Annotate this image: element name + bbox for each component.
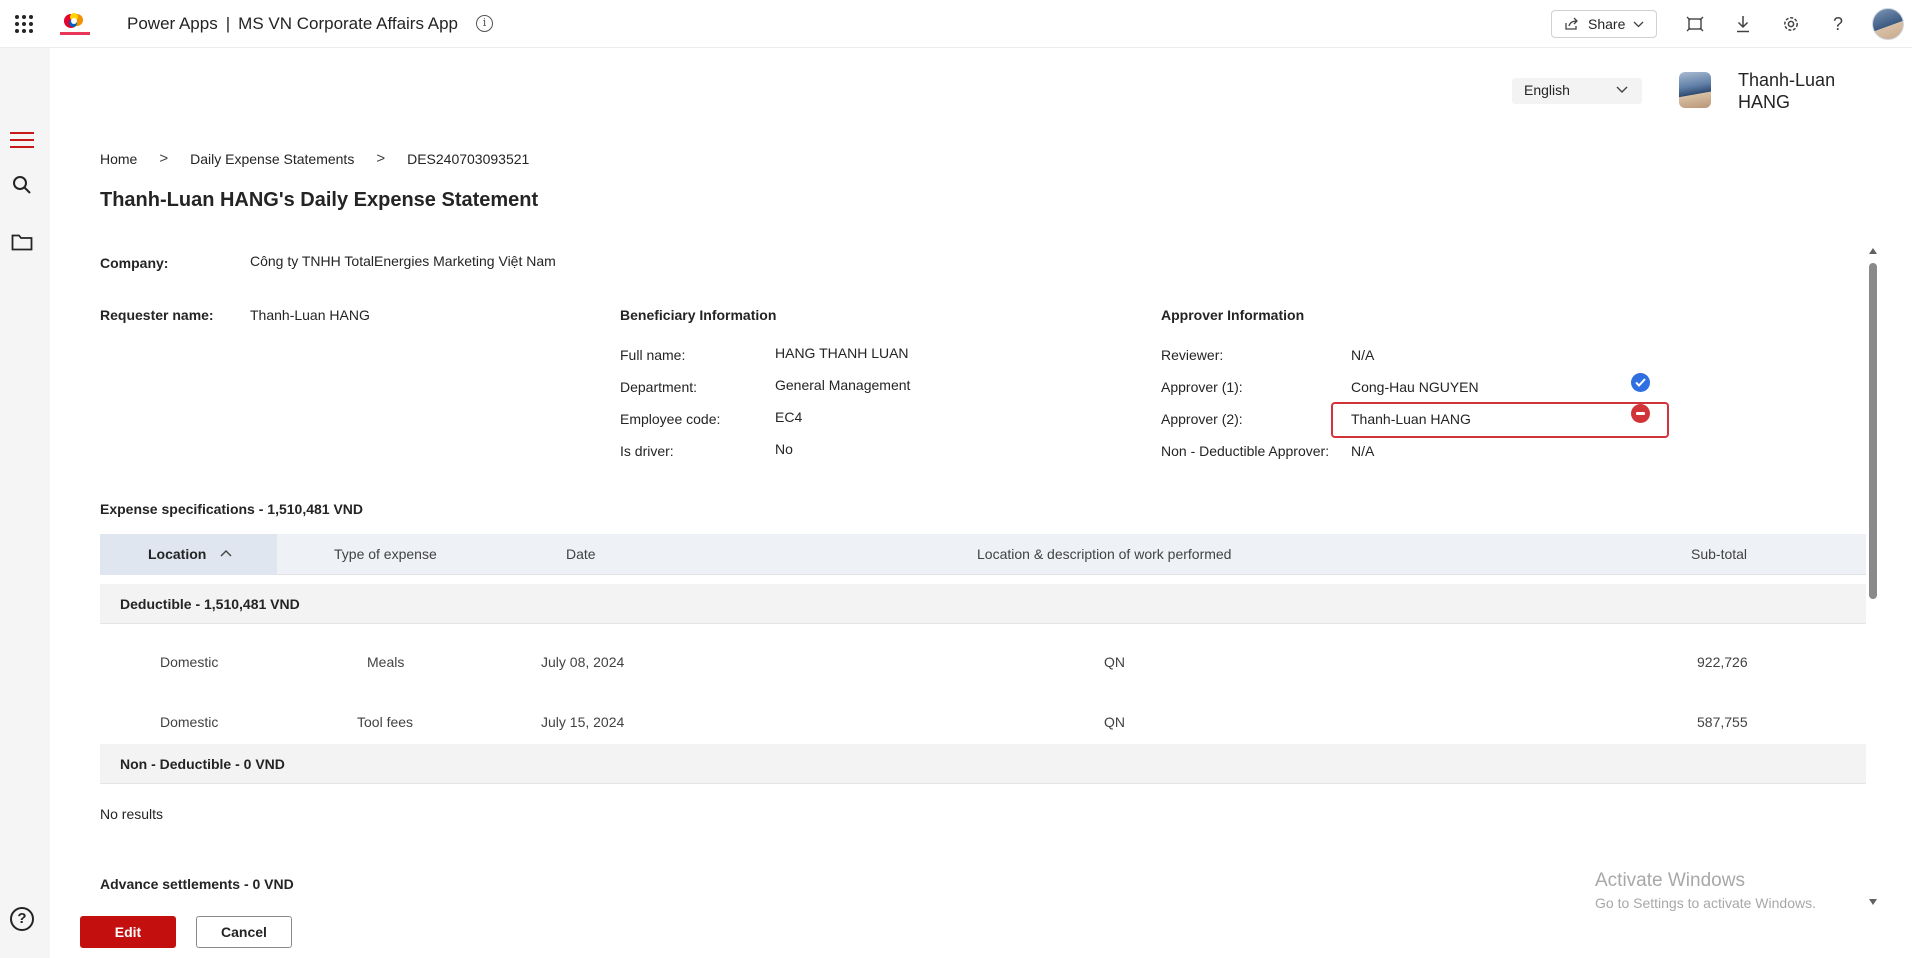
title-separator: |: [225, 14, 231, 33]
column-header-date[interactable]: Date: [566, 546, 596, 562]
breadcrumb-daily-expense-statements[interactable]: Daily Expense Statements: [190, 151, 354, 167]
non-deductible-approver-label: Non - Deductible Approver:: [1161, 443, 1330, 459]
watermark-title: Activate Windows: [1595, 870, 1745, 891]
non-deductible-approver-value: N/A: [1351, 443, 1375, 459]
fit-screen-icon[interactable]: [1683, 12, 1707, 36]
approver-heading: Approver Information: [1161, 307, 1305, 323]
app-name: MS VN Corporate Affairs App: [238, 14, 459, 33]
page-title: Thanh-Luan HANG's Daily Expense Statemen…: [100, 189, 539, 211]
cell-location: Domestic: [160, 654, 219, 670]
help-circle-icon[interactable]: ?: [10, 907, 34, 931]
user-name: Thanh-Luan HANG: [1738, 70, 1836, 112]
is-driver-value: No: [775, 441, 793, 457]
column-header-location-label: Location: [148, 546, 207, 562]
company-label: Company:: [100, 255, 169, 271]
language-dropdown[interactable]: English: [1512, 78, 1642, 104]
table-header: Location Type of expense Date Location &…: [100, 534, 1866, 575]
department-value: General Management: [775, 377, 911, 393]
scroll-thumb[interactable]: [1869, 263, 1877, 599]
activate-windows-watermark: Activate Windows Go to Settings to activ…: [1595, 870, 1816, 911]
group-header-non-deductible[interactable]: Non - Deductible - 0 VND: [100, 744, 1866, 784]
cell-date: July 15, 2024: [541, 714, 625, 730]
approver2-value: Thanh-Luan HANG: [1351, 411, 1471, 427]
full-name-label: Full name:: [620, 347, 686, 363]
left-rail: ?: [0, 48, 50, 958]
breadcrumb-separator: >: [159, 150, 169, 167]
table-row[interactable]: Domestic Tool fees July 15, 2024 QN 587,…: [100, 692, 1866, 752]
top-bar: Power Apps | MS VN Corporate Affairs App i…: [0, 0, 1912, 48]
user-avatar: [1679, 72, 1711, 108]
breadcrumb-separator: >: [376, 150, 386, 167]
watermark-subtitle: Go to Settings to activate Windows.: [1595, 895, 1816, 911]
group-header-deductible[interactable]: Deductible - 1,510,481 VND: [100, 584, 1866, 624]
approver1-label: Approver (1):: [1161, 379, 1243, 395]
settings-icon[interactable]: [1779, 12, 1803, 36]
rejected-minus-icon: [1631, 404, 1650, 423]
expense-specifications-title: Expense specifications - 1,510,481 VND: [100, 501, 364, 517]
advance-settlements-title: Advance settlements - 0 VND: [100, 876, 294, 892]
chevron-down-icon: [1616, 86, 1628, 93]
search-icon[interactable]: [10, 173, 34, 197]
approver1-value: Cong-Hau NGUYEN: [1351, 379, 1479, 395]
scroll-up-arrow-icon[interactable]: [1869, 248, 1877, 254]
cell-type: Tool fees: [357, 714, 414, 730]
is-driver-label: Is driver:: [620, 443, 674, 459]
approved-check-icon: [1631, 373, 1650, 392]
cell-subtotal: 922,726: [1697, 654, 1748, 670]
beneficiary-heading: Beneficiary Information: [620, 307, 777, 323]
approver2-label: Approver (2):: [1161, 411, 1243, 427]
requester-label: Requester name:: [100, 307, 214, 323]
chevron-down-icon: [1633, 21, 1644, 27]
cell-location: Domestic: [160, 714, 219, 730]
cell-description: QN: [1104, 654, 1125, 670]
employee-code-value: EC4: [775, 409, 803, 425]
share-icon: [1565, 17, 1578, 30]
full-name-value: HANG THANH LUAN: [775, 345, 909, 361]
info-icon[interactable]: i: [476, 15, 493, 32]
sort-ascending-icon: [220, 550, 232, 557]
breadcrumb-home[interactable]: Home: [100, 151, 137, 167]
column-header-subtotal[interactable]: Sub-total: [1691, 546, 1747, 562]
column-header-type[interactable]: Type of expense: [334, 546, 437, 562]
account-avatar[interactable]: [1872, 8, 1904, 40]
app-title: Power Apps | MS VN Corporate Affairs App: [127, 14, 458, 34]
cell-type: Meals: [367, 654, 405, 670]
download-icon[interactable]: [1731, 12, 1755, 36]
help-icon[interactable]: ?: [1826, 12, 1850, 36]
cancel-button[interactable]: Cancel: [196, 916, 292, 948]
company-value: Công ty TNHH TotalEnergies Marketing Việ…: [250, 253, 556, 269]
language-value: English: [1524, 82, 1570, 98]
waffle-icon[interactable]: [12, 12, 36, 36]
brand-name: Power Apps: [127, 14, 218, 33]
edit-button[interactable]: Edit: [80, 916, 176, 948]
share-label: Share: [1588, 16, 1626, 32]
department-label: Department:: [620, 379, 698, 395]
folder-icon[interactable]: [10, 230, 34, 254]
hamburger-menu-icon[interactable]: [10, 132, 34, 150]
scroll-down-arrow-icon[interactable]: [1869, 899, 1877, 905]
table-row[interactable]: Domestic Meals July 08, 2024 QN 922,726: [100, 632, 1866, 692]
cell-date: July 08, 2024: [541, 654, 625, 670]
cell-description: QN: [1104, 714, 1125, 730]
no-results-text: No results: [100, 806, 164, 822]
column-header-location[interactable]: Location: [100, 534, 277, 575]
employee-code-label: Employee code:: [620, 411, 721, 427]
requester-value: Thanh-Luan HANG: [250, 307, 370, 323]
reviewer-label: Reviewer:: [1161, 347, 1224, 363]
vertical-scrollbar[interactable]: [1866, 245, 1880, 905]
breadcrumb-current: DES240703093521: [407, 150, 530, 167]
reviewer-value: N/A: [1351, 347, 1375, 363]
cell-subtotal: 587,755: [1697, 714, 1748, 730]
totalenergies-logo: [60, 13, 90, 35]
breadcrumb: Home > Daily Expense Statements > DES240…: [100, 150, 529, 167]
column-header-description[interactable]: Location & description of work performed: [977, 546, 1231, 562]
share-button[interactable]: Share: [1551, 10, 1657, 38]
